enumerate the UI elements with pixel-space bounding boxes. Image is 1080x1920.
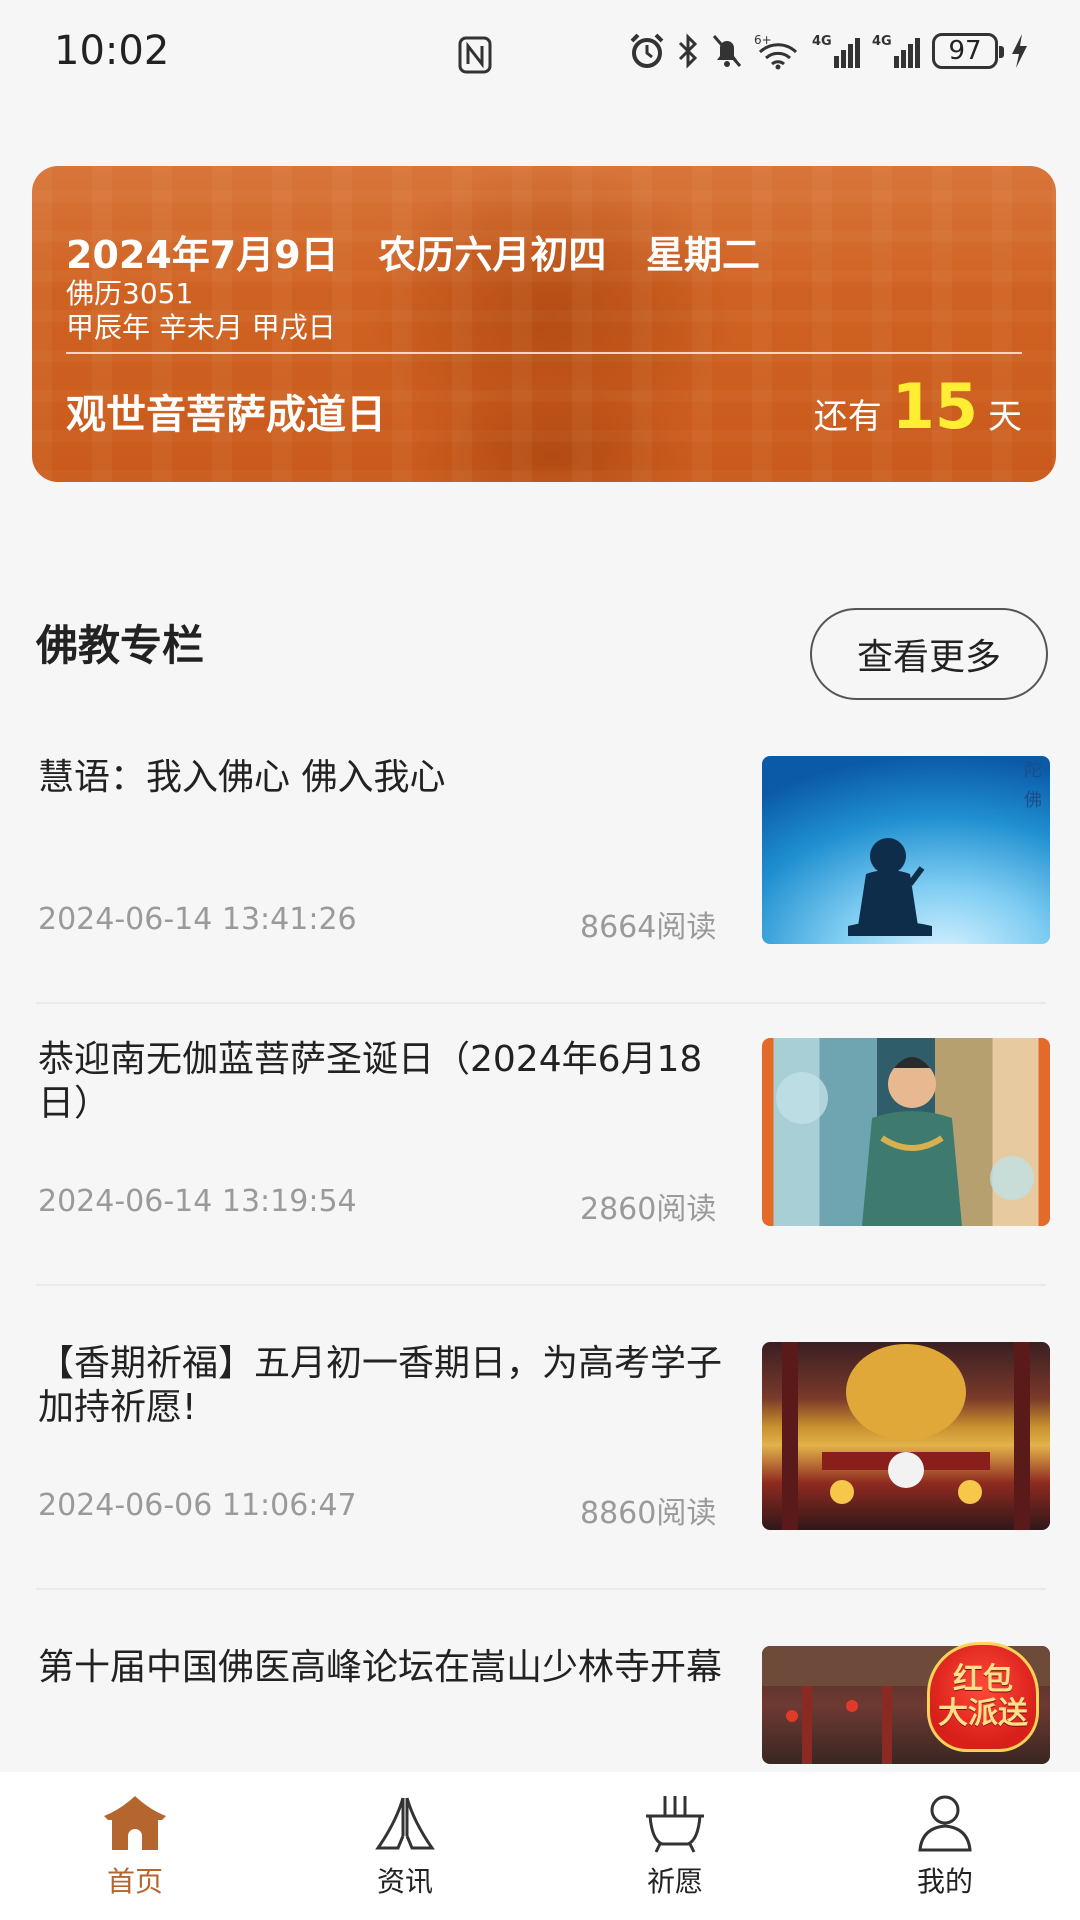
user-icon: [918, 1795, 972, 1852]
svg-text:陀: 陀: [1024, 760, 1042, 781]
article-item[interactable]: 第十届中国佛医高峰论坛在嵩山少林寺开幕: [36, 1646, 1050, 1766]
status-time: 10:02: [54, 28, 170, 74]
incense-burner-icon: [646, 1796, 704, 1853]
nav-label-pray: 祈愿: [646, 1865, 703, 1898]
article-thumbnail: [762, 1342, 1050, 1530]
article-thumbnail: [762, 1038, 1050, 1226]
red-envelope-promo[interactable]: 红包 大派送: [918, 1608, 1048, 1758]
article-thumbnail: 陀 佛: [762, 756, 1050, 944]
status-bar: 10:02 6+ 4G 4G 97: [0, 0, 1080, 110]
nav-item-profile[interactable]: 我的: [810, 1772, 1080, 1920]
article-item[interactable]: 【香期祈福】五月初一香期日，为高考学子加持祈愿! 2024-06-06 11:0…: [36, 1342, 1050, 1542]
article-title: 慧语：我入佛心 佛入我心: [38, 757, 446, 798]
nav-item-home[interactable]: 首页: [0, 1772, 270, 1920]
countdown-prefix: 还有: [813, 397, 882, 437]
svg-text:4G: 4G: [812, 34, 832, 49]
bluetooth-icon: [678, 33, 698, 69]
list-divider: [36, 1588, 1046, 1590]
section-title: 佛教专栏: [36, 621, 205, 670]
banner-event-title: 观世音菩萨成道日: [66, 392, 386, 438]
list-divider: [36, 1284, 1046, 1286]
article-item[interactable]: 恭迎南无伽蓝菩萨圣诞日（2024年6月18日） 2024-06-14 13:19…: [36, 1038, 1050, 1238]
article-title: 【香期祈福】五月初一香期日，为高考学子加持祈愿!: [38, 1343, 723, 1428]
wifi-icon: 6+: [754, 33, 798, 70]
view-more-button[interactable]: 查看更多: [810, 608, 1048, 700]
mute-bell-icon: [712, 35, 742, 67]
article-date: 2024-06-06 11:06:47: [38, 1488, 357, 1523]
promo-line-2: 大派送: [938, 1696, 1028, 1731]
nfc-icon: [458, 36, 492, 74]
banner-divider: [66, 352, 1022, 354]
banner-countdown: 还有 15 天: [814, 370, 1022, 443]
red-envelope-bag-icon: 红包 大派送: [927, 1642, 1039, 1752]
list-divider: [36, 1002, 1046, 1004]
palms-icon: [375, 1797, 435, 1850]
article-title: 恭迎南无伽蓝菩萨圣诞日（2024年6月18日）: [38, 1039, 703, 1124]
status-icons: 6+ 4G 4G 97: [628, 32, 1030, 70]
alarm-icon: [630, 33, 664, 68]
article-read-count: 8860阅读: [580, 1496, 717, 1531]
bottom-nav: 首页 资讯 祈愿 我的: [0, 1772, 1080, 1920]
golden-buddha-altar: [782, 1342, 1030, 1530]
calendar-banner[interactable]: 2024年7月9日 农历六月初四 星期二 佛历3051 甲辰年 辛未月 甲戌日 …: [32, 166, 1056, 482]
banner-ganzhi: 甲辰年 辛未月 甲戌日: [66, 311, 336, 344]
temple-icon: [104, 1796, 166, 1850]
signal-icon-1: 4G: [812, 34, 860, 68]
battery-indicator: 97: [932, 33, 1004, 69]
svg-text:佛: 佛: [1024, 790, 1042, 811]
nav-item-news[interactable]: 资讯: [270, 1772, 540, 1920]
article-date: 2024-06-14 13:19:54: [38, 1184, 357, 1219]
article-read-count: 2860阅读: [580, 1192, 717, 1227]
promo-line-1: 红包: [953, 1662, 1013, 1697]
meditating-buddha-silhouette: 陀 佛: [848, 760, 1042, 936]
nav-label-home: 首页: [106, 1865, 163, 1898]
countdown-days: 15: [891, 370, 978, 443]
bodhisattva-painting: [776, 1057, 1034, 1226]
charging-icon: [1012, 34, 1027, 68]
nav-item-pray[interactable]: 祈愿: [540, 1772, 810, 1920]
nav-label-news: 资讯: [376, 1865, 433, 1898]
banner-date: 2024年7月9日 农历六月初四 星期二: [66, 233, 761, 277]
article-title: 第十届中国佛医高峰论坛在嵩山少林寺开幕: [38, 1647, 723, 1688]
article-item[interactable]: 慧语：我入佛心 佛入我心 2024-06-14 13:41:26 8664阅读 …: [36, 756, 1050, 956]
article-date: 2024-06-14 13:41:26: [38, 902, 357, 937]
countdown-suffix: 天: [988, 397, 1022, 437]
nav-label-profile: 我的: [916, 1865, 973, 1898]
signal-icon-2: 4G: [872, 34, 920, 68]
svg-text:4G: 4G: [872, 34, 892, 49]
article-read-count: 8664阅读: [580, 910, 717, 945]
